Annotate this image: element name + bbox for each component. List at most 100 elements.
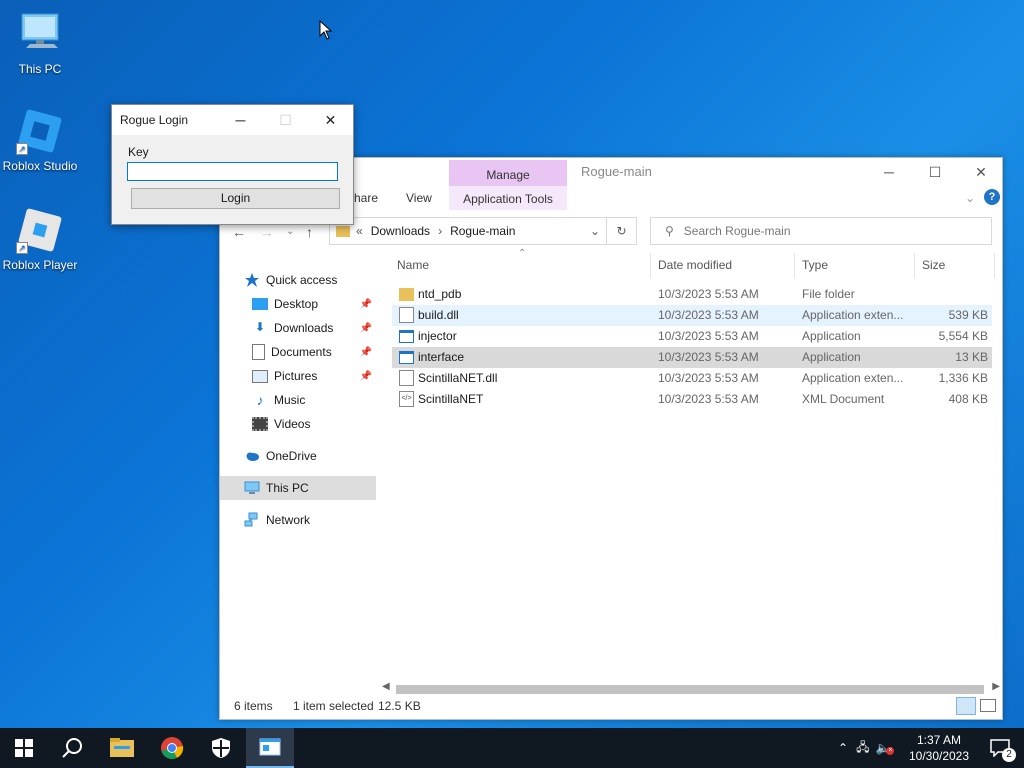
nav-label: Videos	[274, 417, 311, 431]
column-divider[interactable]	[914, 253, 915, 279]
nav-label: OneDrive	[266, 449, 317, 463]
nav-downloads[interactable]: ⬇ Downloads 📌	[220, 316, 376, 340]
large-icons-view-icon[interactable]	[980, 699, 996, 712]
file-row[interactable]: </> ScintillaNET 10/3/2023 5:53 AM XML D…	[392, 389, 992, 410]
volume-muted-icon[interactable]: 🔈 ×	[875, 741, 895, 755]
folder-icon	[110, 738, 134, 757]
minimize-button[interactable]: ─	[866, 158, 912, 186]
recent-chevron-icon[interactable]: ⌄	[286, 226, 294, 237]
nav-videos[interactable]: Videos	[220, 412, 376, 436]
refresh-button[interactable]: ↻	[607, 217, 637, 245]
address-dropdown-icon[interactable]: ⌄	[590, 224, 600, 238]
network-disconnected-icon[interactable]: 🖧	[856, 738, 869, 759]
column-header-date[interactable]: Date modified	[658, 258, 732, 272]
desktop-folder-icon	[252, 298, 268, 310]
file-name: ScintillaNET.dll	[418, 371, 498, 385]
file-row[interactable]: ScintillaNET.dll 10/3/2023 5:53 AM Appli…	[392, 368, 992, 389]
download-arrow-icon: ⬇	[254, 320, 266, 334]
search-box[interactable]: ⚲ Search Rogue-main	[650, 217, 992, 245]
show-hidden-icons-chevron-icon[interactable]: ⌃	[838, 741, 848, 755]
taskbar-rogue-app[interactable]	[246, 728, 294, 768]
search-button[interactable]	[48, 728, 96, 768]
column-header-name[interactable]: Name	[397, 258, 429, 272]
column-divider[interactable]	[994, 253, 995, 279]
dialog-close-button[interactable]: ✕	[308, 105, 353, 135]
breadcrumb-overflow[interactable]: «	[356, 224, 363, 238]
taskbar-file-explorer[interactable]	[98, 728, 146, 768]
file-row[interactable]: injector 10/3/2023 5:53 AM Application 5…	[392, 326, 992, 347]
nav-desktop[interactable]: Desktop 📌	[220, 292, 376, 316]
maximize-button[interactable]: ☐	[912, 158, 958, 186]
action-center-button[interactable]: 2	[976, 728, 1024, 768]
dialog-minimize-button[interactable]: ─	[218, 105, 263, 135]
desktop-icon-roblox-player[interactable]: ↗ Roblox Player	[0, 206, 80, 272]
breadcrumb-downloads[interactable]: Downloads	[371, 224, 430, 238]
column-header-size[interactable]: Size	[922, 258, 945, 272]
this-pc-icon	[16, 10, 64, 58]
taskbar-security[interactable]	[197, 728, 245, 768]
search-icon: ⚲	[665, 224, 674, 238]
xml-file-icon: </>	[399, 391, 414, 407]
start-button[interactable]	[0, 728, 48, 768]
file-date: 10/3/2023 5:53 AM	[658, 308, 759, 322]
address-box[interactable]: « Downloads › Rogue-main ⌄	[329, 217, 607, 245]
clock[interactable]: 1:37 AM 10/30/2023	[906, 732, 972, 764]
nav-label: Desktop	[274, 297, 319, 311]
help-icon[interactable]: ?	[984, 189, 1000, 205]
scrollbar-thumb[interactable]	[396, 685, 984, 694]
desktop-icon-this-pc[interactable]: This PC	[0, 10, 80, 76]
dialog-maximize-button: ☐	[279, 111, 292, 128]
file-date: 10/3/2023 5:53 AM	[658, 287, 759, 301]
file-row[interactable]: build.dll 10/3/2023 5:53 AM Application …	[392, 305, 992, 326]
nav-music[interactable]: ♪ Music	[220, 388, 376, 412]
forward-arrow-icon[interactable]: →	[260, 224, 274, 240]
tab-application-tools[interactable]: Application Tools	[449, 186, 567, 212]
pin-icon: 📌	[359, 322, 372, 334]
file-type: Application	[802, 350, 861, 364]
scroll-left-icon[interactable]: ◀	[382, 681, 390, 692]
key-input[interactable]	[127, 162, 338, 181]
nav-onedrive[interactable]: OneDrive	[220, 444, 376, 468]
nav-quick-access[interactable]: Quick access	[220, 268, 376, 292]
file-row[interactable]: ntd_pdb 10/3/2023 5:53 AM File folder	[392, 284, 992, 305]
application-window-icon	[259, 738, 281, 756]
back-arrow-icon[interactable]: ←	[232, 224, 246, 240]
notification-count-badge: 2	[1002, 748, 1016, 762]
nav-label: Pictures	[274, 369, 318, 383]
pin-icon: 📌	[359, 298, 372, 310]
status-bar: 6 items 1 item selected 12.5 KB	[220, 695, 1002, 719]
desktop-icon-roblox-studio[interactable]: ↗ Roblox Studio	[0, 107, 80, 173]
film-icon	[252, 417, 268, 431]
breadcrumb-rogue-main[interactable]: Rogue-main	[450, 224, 515, 238]
file-name: ntd_pdb	[418, 287, 462, 301]
nav-this-pc[interactable]: This PC	[220, 476, 376, 500]
column-header-type[interactable]: Type	[802, 258, 828, 272]
tab-share[interactable]: hare	[354, 191, 378, 205]
file-type: Application	[802, 329, 861, 343]
cloud-icon	[246, 452, 259, 461]
up-arrow-icon[interactable]: ↑	[306, 224, 313, 240]
close-button[interactable]: ✕	[958, 158, 1004, 186]
nav-network[interactable]: Network	[220, 508, 376, 532]
column-divider[interactable]	[794, 253, 795, 279]
nav-pictures[interactable]: Pictures 📌	[220, 364, 376, 388]
mouse-cursor-icon	[319, 20, 333, 40]
file-type: File folder	[802, 287, 855, 301]
nav-label: This PC	[266, 481, 309, 495]
ribbon-expand-icon[interactable]: ⌄	[965, 191, 975, 205]
search-icon	[62, 738, 82, 758]
scroll-right-icon[interactable]: ▶	[992, 681, 1000, 692]
login-button[interactable]: Login	[131, 188, 340, 209]
context-tab-header: Manage	[449, 160, 567, 186]
status-selected-size: 12.5 KB	[378, 699, 421, 713]
file-name: ScintillaNET	[418, 392, 484, 406]
file-row-selected[interactable]: interface 10/3/2023 5:53 AM Application …	[392, 347, 992, 368]
navigation-pane: Quick access Desktop 📌 ⬇ Downloads 📌 Doc…	[220, 266, 378, 696]
nav-documents[interactable]: Documents 📌	[220, 340, 376, 364]
tab-view[interactable]: View	[406, 191, 432, 205]
taskbar-chrome[interactable]	[148, 728, 196, 768]
desktop-icon-label: Roblox Studio	[2, 159, 78, 173]
details-view-icon[interactable]	[956, 697, 976, 715]
column-divider[interactable]	[650, 253, 651, 279]
ribbon-context-tab[interactable]: Manage Application Tools	[449, 160, 567, 210]
